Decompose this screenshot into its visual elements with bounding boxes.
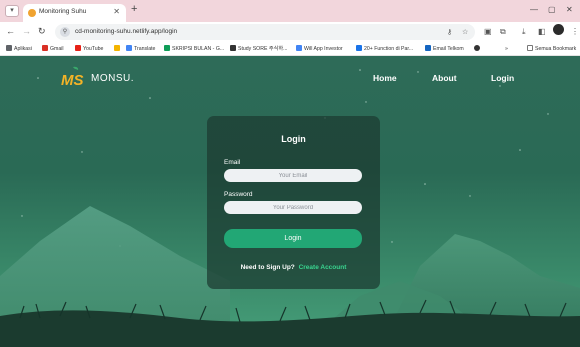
sidepanel-icon[interactable]: ◧ [538,27,546,36]
bookmark-item[interactable]: Translate [126,45,155,53]
download-icon[interactable]: ⤓ [522,27,526,36]
bookmark-star-icon[interactable]: ☆ [462,28,468,36]
nav-home[interactable]: Home [373,73,397,83]
bookmark-item[interactable]: Study SORE 주식하... [230,45,288,53]
bookmark-item[interactable] [114,45,122,53]
bookmark-item[interactable]: YouTube [75,45,103,53]
svg-text:MS: MS [61,72,84,88]
address-bar[interactable]: ⚲ cd-monitoring-suhu.netlify.app/login ⚷… [55,24,475,40]
all-bookmarks[interactable]: Semua Bookmark [527,45,576,53]
bookmark-icon [114,45,120,51]
create-account-link[interactable]: Create Account [299,264,347,271]
password-field[interactable] [224,201,362,214]
tab-strip: ▾ Monitoring Suhu ✕ + — ▢ ✕ [0,0,580,22]
email-label: Email [224,159,241,166]
password-key-icon[interactable]: ⚷ [447,28,452,36]
browser-tab[interactable]: Monitoring Suhu ✕ [23,4,126,22]
browser-toolbar: ← → ↻ ⚲ cd-monitoring-suhu.netlify.app/l… [0,22,580,42]
bookmark-item[interactable]: 20+ Function di Par... [356,45,413,53]
bookmark-icon [474,45,480,51]
password-label: Password [224,191,253,198]
page-viewport: MS MONSU. Home About Login Login Email P… [0,56,580,347]
bookmark-item[interactable]: Aplikasi [6,45,32,53]
close-tab-icon[interactable]: ✕ [113,7,120,16]
bookmark-item[interactable]: Will App Investor [296,45,343,53]
signup-prompt: Need to Sign Up? Create Account [207,264,380,271]
signup-text: Need to Sign Up? [240,264,295,271]
login-title: Login [281,134,306,144]
folder-icon [527,45,533,51]
apps-icon [6,45,12,51]
more-bookmarks-icon[interactable]: » [505,45,508,53]
login-card: Login Email Password Login Need to Sign … [207,116,380,289]
new-tab-icon[interactable]: + [131,3,137,15]
bookmark-icon [230,45,236,51]
translate-icon [126,45,132,51]
bookmark-item[interactable]: Email Telkom [425,45,464,53]
bookmark-icon [425,45,431,51]
tab-title: Monitoring Suhu [39,8,87,15]
forward-icon[interactable]: → [22,27,31,36]
bookmarks-bar: Aplikasi Gmail YouTube Translate SKRIPSI… [0,42,580,56]
email-field[interactable] [224,169,362,182]
favicon-icon [28,9,36,17]
back-icon[interactable]: ← [6,27,15,36]
minimize-icon[interactable]: — [530,5,538,14]
menu-icon[interactable]: ⋮ [571,27,579,36]
tab-search-icon[interactable]: ▾ [5,5,19,17]
google-icon [296,45,302,51]
bookmark-item[interactable]: Gmail [42,45,64,53]
bookmark-item[interactable] [474,45,482,53]
reload-icon[interactable]: ↻ [38,27,46,36]
gmail-icon [42,45,48,51]
bookmark-icon [356,45,362,51]
profile-avatar[interactable] [553,24,564,35]
url-text[interactable]: cd-monitoring-suhu.netlify.app/login [75,28,177,35]
site-info-icon[interactable]: ⚲ [60,27,70,37]
nav-login[interactable]: Login [491,73,514,83]
window-close-icon[interactable]: ✕ [566,5,573,14]
bookmark-item[interactable]: SKRIPSI BULAN - G... [164,45,224,53]
extension-icon[interactable]: ▣ [484,27,492,36]
maximize-icon[interactable]: ▢ [548,5,556,14]
puzzle-icon[interactable]: ⧉ [500,27,506,36]
nav-about[interactable]: About [432,73,457,83]
brand-name[interactable]: MONSU. [91,73,134,84]
login-button[interactable]: Login [224,229,362,248]
logo-icon[interactable]: MS [60,66,84,88]
youtube-icon [75,45,81,51]
drive-icon [164,45,170,51]
